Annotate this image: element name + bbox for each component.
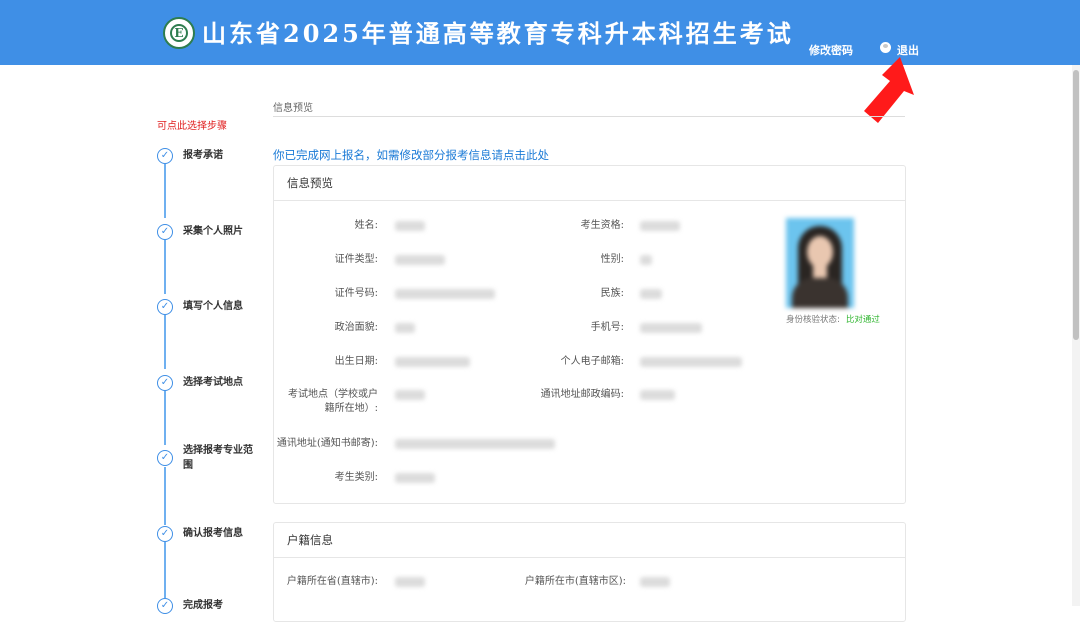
- redacted-value: [395, 323, 415, 333]
- redacted-value: [395, 390, 425, 400]
- field-label: 出生日期:: [334, 356, 378, 367]
- top-header: E 山东省2025年普通高等教育专科升本科招生考试 修改密码 退出: [0, 0, 1080, 65]
- field-label: 考试地点（学校或户籍所在地）:: [288, 389, 378, 414]
- field-label: 证件号码:: [334, 288, 378, 299]
- redacted-value: [395, 439, 555, 449]
- redacted-value: [395, 221, 425, 231]
- step-connector: [164, 240, 166, 294]
- redacted-value: [640, 255, 652, 265]
- step-connector: [164, 391, 166, 445]
- step-exam-location[interactable]: ✓ 选择考试地点: [157, 375, 255, 391]
- redacted-value: [640, 357, 742, 367]
- applicant-photo: [786, 218, 854, 308]
- site-title: 山东省2025年普通高等教育专科升本科招生考试: [202, 19, 794, 48]
- redacted-value: [395, 577, 425, 587]
- check-circle-icon: ✓: [157, 526, 173, 542]
- red-arrow-annotation-icon: [864, 57, 914, 123]
- field-label: 证件类型:: [334, 254, 378, 265]
- change-password-link[interactable]: 修改密码: [809, 42, 853, 58]
- tab-divider: [273, 116, 905, 117]
- step-confirm-info[interactable]: ✓ 确认报考信息: [157, 526, 255, 542]
- step-photo[interactable]: ✓ 采集个人照片: [157, 224, 255, 240]
- redacted-value: [640, 323, 702, 333]
- check-circle-icon: ✓: [157, 224, 173, 240]
- user-icon[interactable]: [880, 42, 891, 53]
- field-label: 个人电子邮箱:: [560, 356, 624, 367]
- redacted-value: [640, 577, 670, 587]
- step-commitment[interactable]: ✓ 报考承诺: [157, 148, 255, 164]
- field-label: 手机号:: [590, 322, 624, 333]
- check-circle-icon: ✓: [157, 299, 173, 315]
- step-personal-info[interactable]: ✓ 填写个人信息: [157, 299, 255, 315]
- check-circle-icon: ✓: [157, 598, 173, 614]
- field-label: 姓名:: [354, 220, 378, 231]
- household-info-card: 户籍信息: [273, 522, 906, 622]
- field-label: 性别:: [600, 254, 624, 265]
- field-label: 通讯地址(通知书邮寄):: [276, 438, 378, 449]
- field-label: 考生资格:: [580, 220, 624, 231]
- check-circle-icon: ✓: [157, 450, 173, 466]
- step-connector: [164, 315, 166, 369]
- tab-info-preview[interactable]: 信息预览: [273, 99, 313, 114]
- check-circle-icon: ✓: [157, 375, 173, 391]
- scrollbar-thumb[interactable]: [1073, 70, 1079, 340]
- step-connector: [164, 542, 166, 598]
- step-connector: [164, 164, 166, 218]
- field-label: 考生类别:: [334, 472, 378, 483]
- redacted-value: [395, 255, 445, 265]
- field-label: 户籍所在市(直辖市区):: [524, 576, 626, 587]
- field-label: 户籍所在省(直辖市):: [286, 576, 378, 587]
- steps-hint: 可点此选择步骤: [157, 121, 227, 132]
- field-label: 民族:: [600, 288, 624, 299]
- redacted-value: [395, 357, 470, 367]
- exam-logo-icon: E: [163, 17, 195, 49]
- step-major-range[interactable]: ✓ 选择报考专业范围: [157, 443, 255, 473]
- card-title: 信息预览: [274, 166, 905, 201]
- step-connector: [164, 467, 166, 525]
- field-label: 政治面貌:: [334, 322, 378, 333]
- check-circle-icon: ✓: [157, 148, 173, 164]
- redacted-value: [640, 289, 662, 299]
- redacted-value: [395, 289, 495, 299]
- redacted-value: [395, 473, 435, 483]
- modify-info-link[interactable]: 你已完成网上报名，如需修改部分报考信息请点击此处: [273, 147, 549, 163]
- verify-status-value: 比对通过: [845, 315, 880, 325]
- field-label: 通讯地址邮政编码:: [540, 389, 624, 400]
- card-title: 户籍信息: [274, 523, 905, 558]
- step-complete[interactable]: ✓ 完成报考: [157, 598, 255, 614]
- verify-status: 身份核验状态: 比对通过: [786, 315, 880, 325]
- redacted-value: [640, 390, 675, 400]
- redacted-value: [640, 221, 680, 231]
